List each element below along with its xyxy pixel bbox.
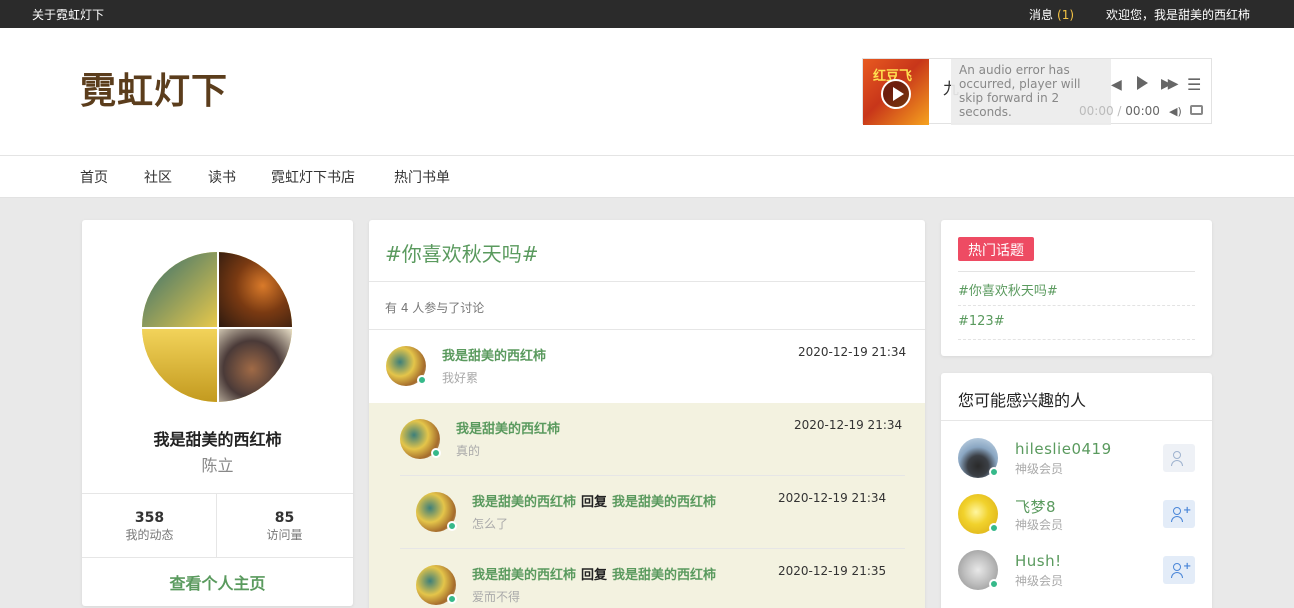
total-time: 00:00 — [1125, 104, 1160, 118]
about-link[interactable]: 关于霓虹灯下 — [32, 6, 104, 23]
welcome-user[interactable]: 欢迎您，我是甜美的西红柿 — [1106, 6, 1250, 23]
comment-item: 我是甜美的西红柿 我好累 2020-12-19 21:34 — [369, 330, 925, 403]
reply-word: 回复 — [581, 568, 608, 583]
person-avatar[interactable] — [958, 550, 999, 590]
hot-topics-badge: 热门话题 — [958, 237, 1034, 261]
posts-stat[interactable]: 358 我的动态 — [82, 494, 217, 558]
reply-target[interactable]: 我是甜美的西红柿 — [612, 568, 716, 583]
playlist-menu-icon[interactable]: ☰ — [1187, 75, 1201, 94]
topic-card: #你喜欢秋天吗# 有 4 人参与了讨论 我是甜美的西红柿 我好累 2020-12… — [369, 220, 925, 608]
comment-reply-item: 我是甜美的西红柿 回复 我是甜美的西红柿 怎么了 2020-12-19 21:34 — [369, 476, 925, 549]
reply-word: 回复 — [581, 495, 608, 510]
participants-count: 有 4 人参与了讨论 — [385, 301, 485, 315]
hot-topic-item[interactable]: #你喜欢秋天吗# — [958, 280, 1058, 299]
comment-author[interactable]: 我是甜美的西红柿 — [472, 495, 576, 510]
view-homepage-link[interactable]: 查看个人主页 — [82, 570, 353, 594]
comment-avatar[interactable] — [416, 492, 457, 532]
messages-link[interactable]: 消息 (1) — [1029, 6, 1074, 23]
person-level: 神级会员 — [1015, 574, 1064, 588]
posts-label: 我的动态 — [125, 528, 174, 542]
profile-real-name: 陈立 — [201, 456, 234, 475]
online-status-dot — [447, 594, 457, 604]
comment-author[interactable]: 我是甜美的西红柿 — [472, 568, 576, 583]
online-status-dot — [417, 375, 427, 385]
comment-time: 2020-12-19 21:34 — [778, 491, 887, 505]
comment-author[interactable]: 我是甜美的西红柿 — [456, 418, 560, 437]
comment-author-line: 我是甜美的西红柿 回复 我是甜美的西红柿 — [472, 564, 716, 583]
posts-count: 358 — [134, 510, 165, 526]
person-item: hileslie0419 神级会员 — [941, 438, 1212, 494]
comment-text: 真的 — [456, 444, 481, 458]
follow-button[interactable] — [1163, 444, 1195, 472]
suggested-people-title: 您可能感兴趣的人 — [958, 391, 1087, 410]
comment-text: 怎么了 — [472, 517, 509, 531]
main-nav: 首页 社区 读书 霓虹灯下书店 热门书单 — [0, 156, 1294, 198]
person-item: Hush! 神级会员 + — [941, 550, 1212, 606]
profile-stats: 358 我的动态 85 访问量 — [82, 493, 353, 558]
person-level: 神级会员 — [1015, 462, 1064, 476]
user-icon — [1173, 451, 1181, 459]
site-header: 霓虹灯下 红豆飞 九 An audio error has occurred, … — [0, 28, 1294, 156]
play-icon[interactable] — [1137, 76, 1148, 90]
visits-label: 访问量 — [266, 528, 303, 542]
online-status-dot — [447, 521, 457, 531]
cover-play-icon[interactable] — [881, 79, 911, 109]
music-player: 红豆飞 九 An audio error has occurred, playe… — [862, 58, 1212, 125]
comment-avatar[interactable] — [416, 565, 457, 605]
person-name[interactable]: 飞梦8 — [1015, 496, 1056, 517]
visits-stat[interactable]: 85 访问量 — [217, 494, 352, 558]
nav-hot-booklists[interactable]: 热门书单 — [394, 167, 450, 187]
hot-topics-card: 热门话题 #你喜欢秋天吗# #123# — [941, 220, 1212, 356]
comment-author[interactable]: 我是甜美的西红柿 — [442, 345, 546, 364]
topic-title: #你喜欢秋天吗# — [385, 242, 539, 266]
profile-card: 我是甜美的西红柿 陈立 358 我的动态 85 访问量 查看个人主页 — [82, 220, 353, 606]
nav-home[interactable]: 首页 — [80, 167, 108, 187]
hot-topic-item[interactable]: #123# — [958, 314, 1005, 329]
online-status-dot — [989, 523, 999, 533]
online-status-dot — [989, 467, 999, 477]
suggested-people-card: 您可能感兴趣的人 hileslie0419 神级会员 飞梦8 神级会员 + Hu… — [941, 373, 1212, 608]
comment-author-line: 我是甜美的西红柿 回复 我是甜美的西红柿 — [472, 491, 716, 510]
playback-time: 00:00 / 00:00 — [1079, 104, 1160, 118]
person-name[interactable]: hileslie0419 — [1015, 440, 1112, 458]
top-bar: 关于霓虹灯下 消息 (1) 欢迎您，我是甜美的西红柿 — [0, 0, 1294, 28]
online-status-dot — [989, 579, 999, 589]
avatar[interactable] — [142, 252, 292, 402]
profile-name: 我是甜美的西红柿 — [153, 430, 282, 449]
online-status-dot — [431, 448, 441, 458]
follow-button[interactable]: + — [1163, 500, 1195, 528]
comment-text: 爱而不得 — [472, 590, 521, 604]
nav-reading[interactable]: 读书 — [208, 167, 236, 187]
site-logo[interactable]: 霓虹灯下 — [80, 62, 228, 114]
person-avatar[interactable] — [958, 494, 999, 534]
add-user-icon — [1173, 507, 1181, 515]
comment-avatar[interactable] — [386, 346, 427, 386]
nav-community[interactable]: 社区 — [144, 167, 172, 187]
person-avatar[interactable] — [958, 438, 999, 478]
previous-track-icon[interactable]: ◀ — [1111, 77, 1122, 93]
visits-count: 85 — [274, 510, 295, 526]
comment-time: 2020-12-19 21:35 — [778, 564, 887, 578]
comment-time: 2020-12-19 21:34 — [794, 418, 903, 432]
add-user-icon — [1173, 563, 1181, 571]
current-time: 00:00 — [1079, 104, 1114, 118]
comment-avatar[interactable] — [400, 419, 441, 459]
person-name[interactable]: Hush! — [1015, 552, 1062, 570]
comment-reply-item: 我是甜美的西红柿 真的 2020-12-19 21:34 — [369, 403, 925, 476]
messages-label: 消息 — [1029, 8, 1054, 22]
person-level: 神级会员 — [1015, 518, 1064, 532]
messages-count-badge: (1) — [1057, 8, 1075, 22]
lyrics-icon[interactable] — [1190, 105, 1203, 115]
person-item: 飞梦8 神级会员 + — [941, 494, 1212, 550]
reply-target[interactable]: 我是甜美的西红柿 — [612, 495, 716, 510]
follow-button[interactable]: + — [1163, 556, 1195, 584]
comment-reply-item: 我是甜美的西红柿 回复 我是甜美的西红柿 爱而不得 2020-12-19 21:35 — [369, 549, 925, 608]
volume-icon[interactable]: ◀) — [1169, 105, 1182, 118]
next-track-icon[interactable]: ▶▶ — [1161, 76, 1178, 92]
time-separator: / — [1117, 104, 1122, 118]
comment-text: 我好累 — [442, 371, 479, 385]
comment-time: 2020-12-19 21:34 — [798, 345, 907, 359]
nav-bookstore[interactable]: 霓虹灯下书店 — [271, 167, 355, 187]
album-cover: 红豆飞 — [863, 59, 929, 125]
